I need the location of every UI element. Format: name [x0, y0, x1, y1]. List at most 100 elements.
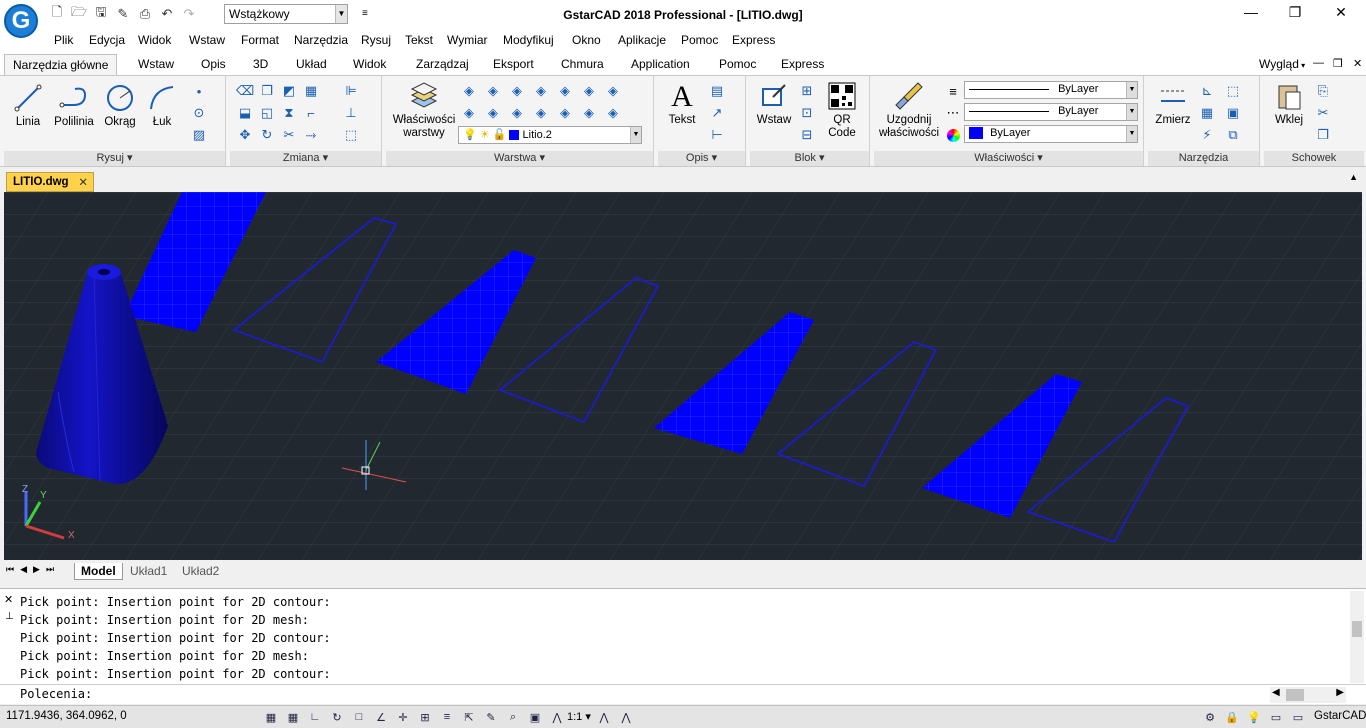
attribute-icon[interactable]: ⊟: [798, 126, 816, 144]
text-button[interactable]: A Tekst: [662, 80, 702, 127]
tab-chmura[interactable]: Chmura: [561, 57, 604, 71]
region-icon[interactable]: ⬚: [1224, 82, 1242, 100]
grid-display-icon[interactable]: ▦: [285, 709, 301, 725]
layout-tab-uklad2[interactable]: Układ2: [176, 563, 225, 579]
line-button[interactable]: Linia: [10, 82, 46, 129]
grid-snap-icon[interactable]: ▦: [263, 709, 279, 725]
close-tab-icon[interactable]: ✕: [78, 175, 88, 189]
layer-tool-icon-11[interactable]: ◈: [532, 104, 550, 122]
measure-button[interactable]: Zmierz: [1150, 80, 1196, 127]
color-select[interactable]: ByLayer ▼: [964, 125, 1138, 143]
auto-scale-icon[interactable]: ⋀: [618, 709, 634, 725]
copy-object-icon[interactable]: ❐: [258, 82, 276, 100]
match-properties-button[interactable]: Uzgodnij właściwości: [878, 80, 940, 140]
ribbon-restore-icon[interactable]: ❐: [1333, 57, 1343, 70]
isolate-icon[interactable]: 💡: [1246, 709, 1262, 725]
tab-3d[interactable]: 3D: [253, 57, 268, 71]
drawing-viewport[interactable]: Z Y X: [4, 192, 1362, 560]
selection-cycle-icon[interactable]: ⇱: [461, 709, 477, 725]
menu-narzedzia[interactable]: Narzędzia: [294, 33, 348, 47]
menu-format[interactable]: Format: [241, 33, 279, 47]
pin-icon[interactable]: ⊥: [5, 611, 14, 622]
annotation-scale-icon[interactable]: ⋀: [549, 709, 565, 725]
lock-toolbar-icon[interactable]: 🔒: [1224, 709, 1240, 725]
layer-select[interactable]: 💡 ☀ 🔓 Litio.2 ▼: [458, 126, 642, 144]
dimension-icon[interactable]: ⊢: [708, 126, 726, 144]
layout-tab-model[interactable]: Model: [74, 563, 123, 580]
quick-select-icon[interactable]: ⚡: [1198, 126, 1216, 144]
create-block-icon[interactable]: ⊞: [798, 82, 816, 100]
layer-tool-icon-5[interactable]: ◈: [556, 82, 574, 100]
layer-tool-icon-13[interactable]: ◈: [580, 104, 598, 122]
zoom-status-icon[interactable]: ⌕: [505, 709, 521, 725]
tab-list-icon[interactable]: ▲: [1349, 172, 1358, 182]
panel-caption-schowek[interactable]: Schowek: [1264, 151, 1364, 166]
annotation-scale-value[interactable]: 1:1 ▾: [567, 710, 591, 723]
restore-button[interactable]: ❐: [1280, 4, 1310, 24]
dyn-ucs-icon[interactable]: ✛: [395, 709, 411, 725]
panel-caption-zmiana[interactable]: Zmiana ▾: [230, 151, 381, 166]
dyn-input-icon[interactable]: ⊞: [417, 709, 433, 725]
tab-narzedzia-glowne[interactable]: Narzędzia główne: [4, 54, 118, 76]
tab-wstaw[interactable]: Wstaw: [138, 57, 174, 71]
tab-widok[interactable]: Widok: [353, 57, 386, 71]
menu-modyfikuj[interactable]: Modyfikuj: [503, 33, 554, 47]
annotation-visibility-icon[interactable]: ⋀: [596, 709, 612, 725]
arc-button[interactable]: Łuk: [144, 82, 180, 129]
tab-eksport[interactable]: Eksport: [493, 57, 534, 71]
scale-icon[interactable]: ◱: [258, 104, 276, 122]
linetype-select[interactable]: ByLayer ▼: [964, 103, 1138, 121]
osnap-icon[interactable]: □: [351, 709, 367, 725]
panel-caption-narzedzia[interactable]: Narzędzia: [1148, 151, 1259, 166]
menu-rysuj[interactable]: Rysuj: [361, 33, 391, 47]
calculator-icon[interactable]: ▦: [1198, 104, 1216, 122]
leader-icon[interactable]: ↗: [708, 104, 726, 122]
tab-opis[interactable]: Opis: [201, 57, 226, 71]
panel-caption-warstwa[interactable]: Warstwa ▾: [386, 151, 653, 166]
command-scrollbar[interactable]: [1350, 591, 1364, 683]
table-icon[interactable]: ▤: [708, 82, 726, 100]
appearance-dropdown[interactable]: Wygląd ▾: [1259, 57, 1305, 71]
layer-tool-icon-14[interactable]: ◈: [604, 104, 622, 122]
layer-tool-icon-7[interactable]: ◈: [604, 82, 622, 100]
layer-tool-icon-8[interactable]: ◈: [460, 104, 478, 122]
polar-icon[interactable]: ↻: [329, 709, 345, 725]
align-icon[interactable]: ⊫: [342, 82, 360, 100]
menu-plik[interactable]: Plik: [54, 33, 73, 47]
group-icon[interactable]: ⧉: [1224, 126, 1242, 144]
lineweight-toggle-icon[interactable]: ≡: [439, 709, 455, 725]
settings-gear-icon[interactable]: ⚙: [1202, 709, 1218, 725]
drawing-canvas[interactable]: Z Y X: [4, 192, 1362, 560]
fillet-icon[interactable]: ⌐: [302, 104, 320, 122]
tab-uklad[interactable]: Układ: [296, 57, 327, 71]
menu-okno[interactable]: Okno: [572, 33, 601, 47]
rotate-icon[interactable]: ↻: [258, 126, 276, 144]
copy-icon[interactable]: ❐: [1314, 126, 1332, 144]
ribbon-close-icon[interactable]: ✕: [1353, 57, 1362, 70]
mirror-icon[interactable]: ⧗: [280, 104, 298, 122]
ellipse-icon[interactable]: ⊙: [190, 104, 208, 122]
stretch-icon[interactable]: ⬓: [236, 104, 254, 122]
menu-aplikacje[interactable]: Aplikacje: [618, 33, 666, 47]
annotation-icon[interactable]: ✎: [483, 709, 499, 725]
hatch-icon[interactable]: ▨: [190, 126, 208, 144]
layer-tool-icon-6[interactable]: ◈: [580, 82, 598, 100]
array-icon[interactable]: ▦: [302, 82, 320, 100]
document-tab[interactable]: LITIO.dwg ✕: [6, 172, 94, 192]
layer-tool-icon-1[interactable]: ◈: [460, 82, 478, 100]
ucs-icon[interactable]: ⊾: [1198, 82, 1216, 100]
panel-caption-wlasciwosci[interactable]: Właściwości ▾: [874, 151, 1143, 166]
extend-icon[interactable]: ⤑: [302, 126, 320, 144]
panel-caption-rysuj[interactable]: Rysuj ▾: [4, 151, 225, 166]
insert-block-button[interactable]: Wstaw: [752, 80, 796, 127]
point-icon[interactable]: •: [190, 82, 208, 100]
scrollbar-thumb[interactable]: [1286, 689, 1304, 701]
layout-tab-uklad1[interactable]: Układ1: [124, 563, 173, 579]
circle-button[interactable]: Okrąg: [100, 82, 140, 129]
tab-pomoc[interactable]: Pomoc: [719, 57, 756, 71]
layer-tool-icon-12[interactable]: ◈: [556, 104, 574, 122]
trim-icon[interactable]: ✂: [280, 126, 298, 144]
close-button[interactable]: ✕: [1326, 4, 1356, 24]
menu-edycja[interactable]: Edycja: [89, 33, 125, 47]
clean-screen-icon[interactable]: ▭: [1290, 709, 1306, 725]
